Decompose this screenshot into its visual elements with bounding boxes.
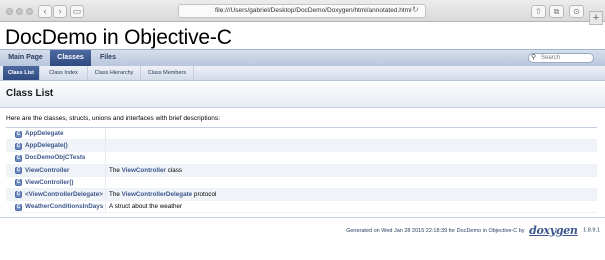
window-zoom-button[interactable] (26, 8, 33, 15)
class-icon: C (15, 203, 22, 211)
tab-classes[interactable]: Classes (50, 50, 91, 66)
class-link[interactable]: <ViewControllerDelegate> (25, 191, 103, 198)
class-icon: C (15, 130, 22, 138)
class-description: The ViewControllerDelegate protocol (109, 191, 216, 198)
footer-generated-text: Generated on Wed Jan 28 2015 22:18:39 fo… (346, 227, 525, 234)
column-divider (105, 152, 106, 164)
back-button[interactable]: ‹ (38, 5, 52, 18)
tab-class-index[interactable]: Class Index (40, 66, 88, 80)
tab-class-hierarchy[interactable]: Class Hierarchy (88, 66, 141, 80)
page-title: Class List (6, 88, 54, 99)
window-minimize-button[interactable] (16, 8, 23, 15)
page-header: Class List (0, 82, 605, 108)
class-link[interactable]: ViewController (25, 167, 69, 174)
page-footer: Generated on Wed Jan 28 2015 22:18:39 fo… (0, 224, 600, 237)
footer-divider (0, 217, 605, 218)
class-link[interactable]: DocDemoObjCTests (25, 154, 85, 161)
tab-files[interactable]: Files (93, 50, 123, 66)
project-title: DocDemo in Objective-C (5, 26, 232, 49)
table-row: C <ViewControllerDelegate> The ViewContr… (6, 188, 597, 202)
column-divider (105, 188, 106, 201)
table-row: C AppDelegate() (6, 140, 597, 153)
sidebar-toggle-button[interactable]: ▭ (70, 5, 84, 18)
tab-class-members[interactable]: Class Members (141, 66, 194, 80)
column-divider (105, 201, 106, 213)
desc-text: protocol (192, 190, 217, 198)
tabs-overview-button[interactable]: ⧉ (549, 5, 564, 18)
class-icon: C (15, 167, 22, 175)
intro-text: Here are the classes, structs, unions an… (6, 115, 220, 122)
search-input[interactable]: ⚲ Search (528, 53, 594, 63)
window-close-button[interactable] (6, 8, 13, 15)
desc-text: The (109, 190, 122, 198)
class-description: The ViewController class (109, 167, 182, 174)
share-button[interactable]: ⇧ (531, 5, 546, 18)
table-row: C ViewController() (6, 176, 597, 189)
sub-nav-tabs: Class List Class Index Class Hierarchy C… (0, 66, 605, 81)
forward-button[interactable]: › (53, 5, 67, 18)
column-divider (105, 140, 106, 152)
class-icon: C (15, 142, 22, 150)
downloads-button[interactable]: ⊙ (569, 5, 584, 18)
doxygen-version: 1.8.9.1 (583, 227, 600, 234)
class-link[interactable]: ViewController() (25, 179, 74, 186)
magnifier-icon: ⚲ (531, 54, 537, 61)
class-icon: C (15, 154, 22, 162)
class-link[interactable]: AppDelegate() (25, 142, 68, 149)
table-row: C DocDemoObjCTests (6, 152, 597, 165)
desc-link[interactable]: ViewController (122, 167, 166, 174)
new-tab-button[interactable]: + (589, 11, 603, 25)
browser-toolbar: ‹ › ▭ file:///Users/gabriel/Desktop/DocD… (0, 0, 605, 25)
desc-text: class (165, 166, 183, 174)
class-icon: C (15, 191, 22, 199)
class-link[interactable]: WeatherConditionsInDays (25, 203, 103, 210)
class-link[interactable]: AppDelegate (25, 130, 64, 137)
column-divider (105, 176, 106, 188)
address-text: file:///Users/gabriel/Desktop/DocDemo/Do… (215, 7, 412, 14)
tab-main-page[interactable]: Main Page (3, 50, 48, 66)
class-list-table: C AppDelegate C AppDelegate() C DocDemoO… (6, 127, 597, 214)
doxygen-logo[interactable]: doxygen (529, 224, 578, 237)
sidebar-icon: ▭ (72, 6, 82, 16)
address-bar[interactable]: file:///Users/gabriel/Desktop/DocDemo/Do… (178, 4, 426, 18)
desc-text: The (109, 166, 122, 174)
column-divider (105, 128, 106, 140)
main-nav-tabs: Main Page Classes Files ⚲ Search (0, 49, 605, 66)
reload-icon[interactable]: ↻ (412, 5, 419, 14)
desc-text: A struct about the weather (109, 203, 183, 211)
class-description: A struct about the weather (109, 203, 182, 210)
table-row: C ViewController The ViewController clas… (6, 164, 597, 177)
class-icon: C (15, 179, 22, 187)
desc-link[interactable]: ViewControllerDelegate (122, 191, 193, 198)
table-row: C AppDelegate (6, 128, 597, 141)
search-placeholder: Search (541, 55, 561, 61)
tab-class-list[interactable]: Class List (3, 66, 40, 80)
column-divider (105, 164, 106, 176)
table-row: C WeatherConditionsInDays A struct about… (6, 201, 597, 214)
